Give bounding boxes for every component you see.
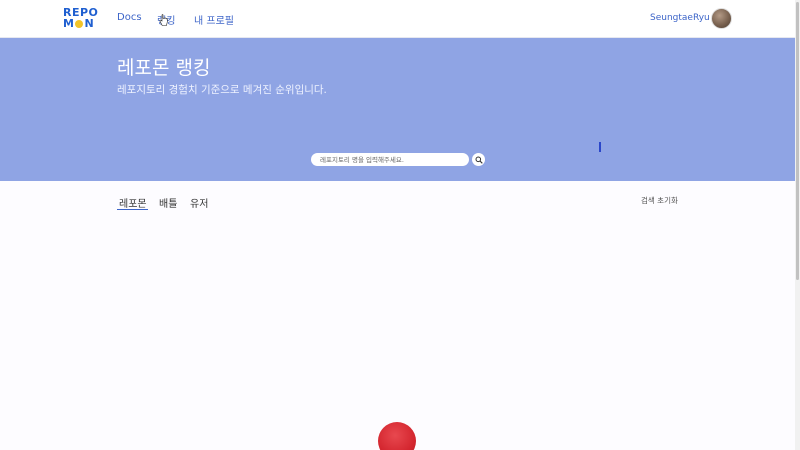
logo-line-2: M N bbox=[63, 18, 99, 29]
logo-letter-m: M bbox=[63, 17, 75, 30]
page-title: 레포몬 랭킹 bbox=[117, 57, 211, 79]
tab-user[interactable]: 유저 bbox=[190, 195, 208, 210]
loading-ball-icon bbox=[378, 422, 416, 450]
hero-banner: 레포몬 랭킹 레포지토리 경험치 기준으로 메겨진 순위입니다. bbox=[0, 38, 795, 181]
search-icon bbox=[475, 156, 483, 164]
tab-battle[interactable]: 배틀 bbox=[159, 195, 177, 210]
hero-bar-mark bbox=[599, 142, 601, 152]
reset-search-button[interactable]: 검색 초기화 bbox=[641, 195, 678, 206]
repository-search-input[interactable] bbox=[311, 153, 469, 166]
hand-cursor-icon bbox=[159, 14, 168, 26]
page-subtitle: 레포지토리 경험치 기준으로 메겨진 순위입니다. bbox=[117, 84, 327, 96]
logo-letter-n: N bbox=[84, 17, 95, 30]
scrollbar-thumb[interactable] bbox=[796, 2, 799, 280]
repomon-logo[interactable]: REPO M N bbox=[63, 7, 99, 31]
logo-dot-icon bbox=[75, 19, 84, 28]
tab-repomon[interactable]: 레포몬 bbox=[119, 195, 147, 210]
search-button[interactable] bbox=[472, 153, 485, 166]
avatar[interactable] bbox=[711, 8, 732, 29]
page: REPO M N Docs 랭킹 내 프로필 SeungtaeRyu 레포몬 랭… bbox=[0, 0, 800, 450]
nav-my-profile[interactable]: 내 프로필 bbox=[194, 12, 234, 27]
nav-docs[interactable]: Docs bbox=[117, 12, 142, 23]
user-name-link[interactable]: SeungtaeRyu bbox=[650, 13, 710, 23]
active-tab-indicator bbox=[117, 209, 148, 210]
top-header: REPO M N Docs 랭킹 내 프로필 SeungtaeRyu bbox=[0, 0, 795, 38]
